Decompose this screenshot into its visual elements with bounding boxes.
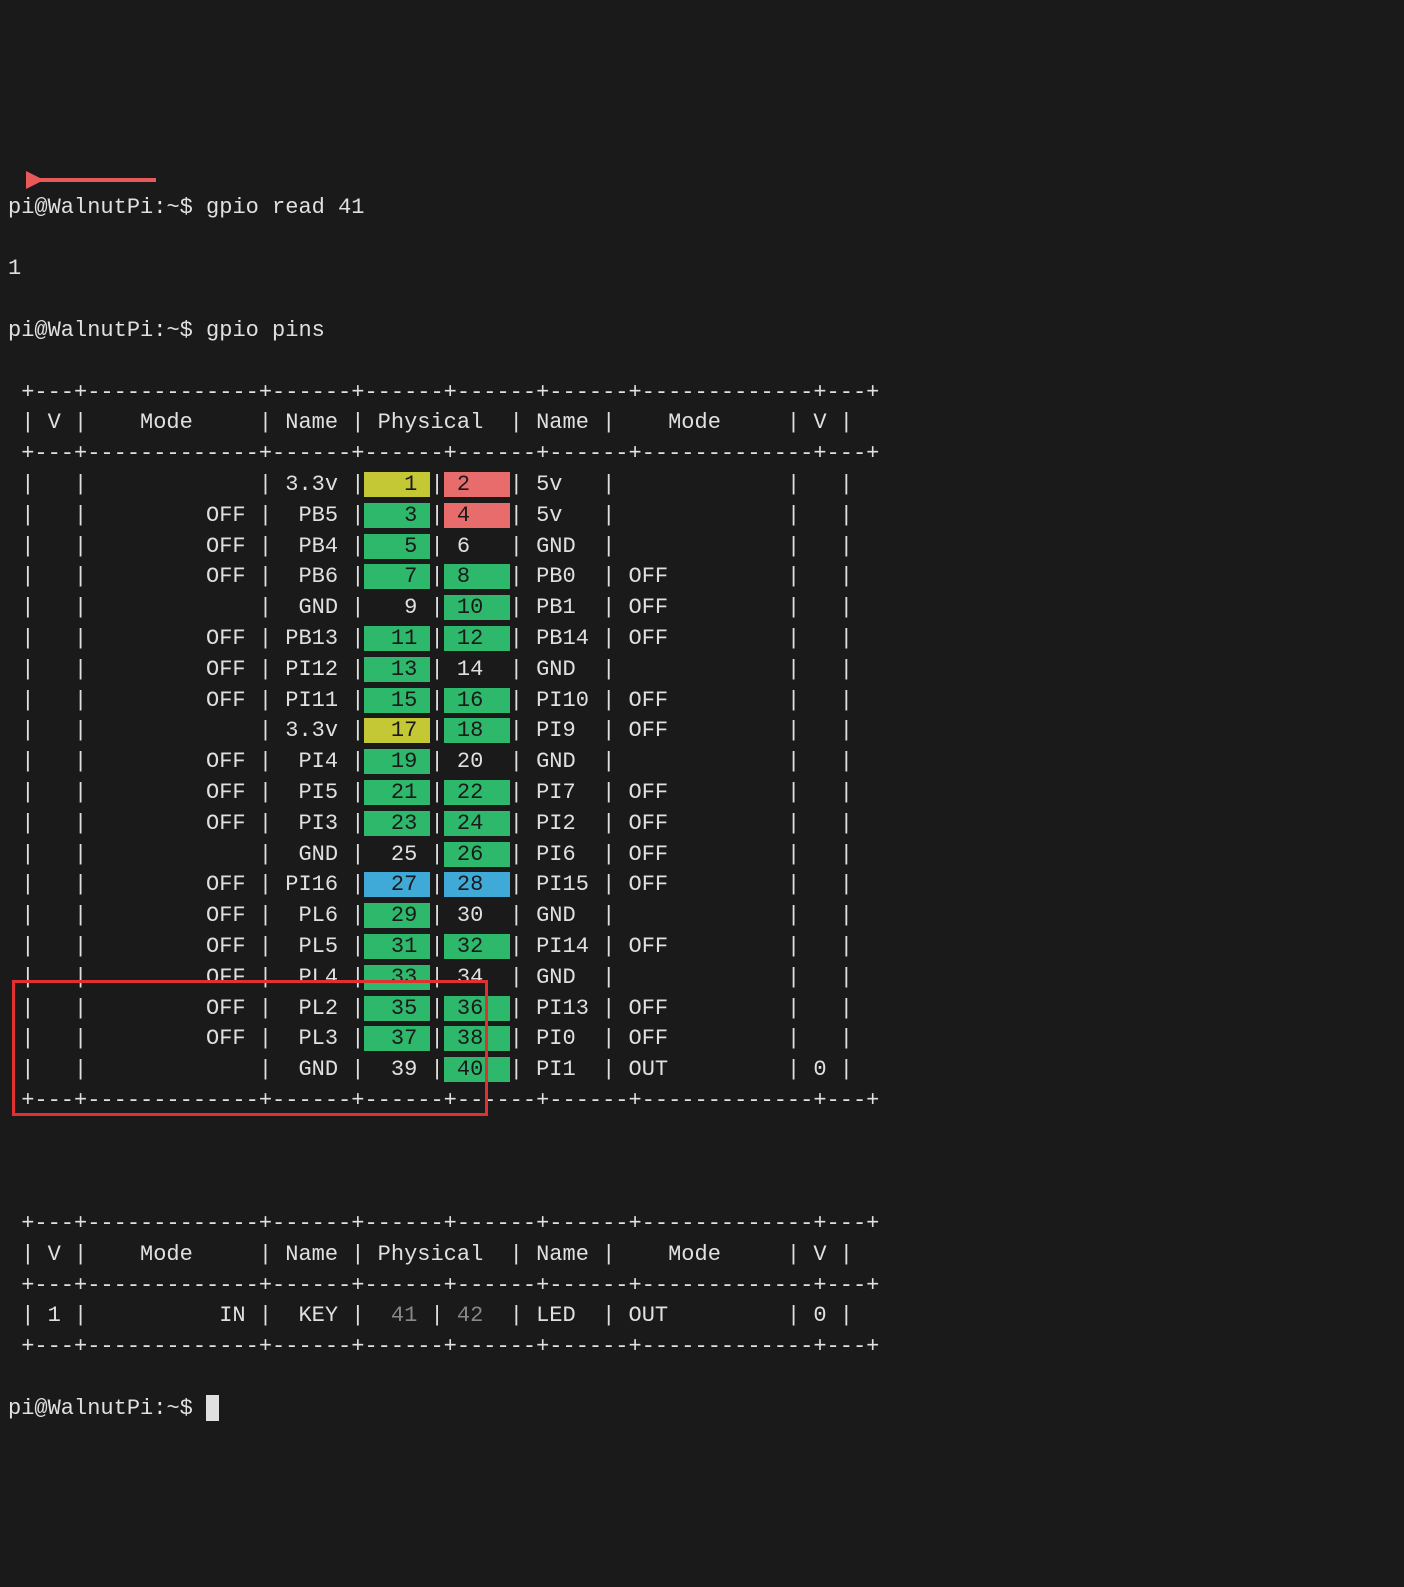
table-row: | | OFF | PI3 | 23 | 24 | PI2 | OFF | | <box>8 809 1396 840</box>
command-2: gpio pins <box>206 318 325 343</box>
table-row: | | OFF | PI12 | 13 | 14 | GND | | | <box>8 655 1396 686</box>
prompt-user: pi@WalnutPi <box>8 195 153 220</box>
output-1: 1 <box>8 254 1396 285</box>
command-1: gpio read 41 <box>206 195 364 220</box>
table-row: | | | 3.3v | 1 | 2 | 5v | | | <box>8 470 1396 501</box>
prompt-line-3: pi@WalnutPi:~$ <box>8 1394 1396 1425</box>
table-row: | | OFF | PL2 | 35 | 36 | PI13 | OFF | | <box>8 994 1396 1025</box>
table-row: | | OFF | PL3 | 37 | 38 | PI0 | OFF | | <box>8 1024 1396 1055</box>
cursor <box>206 1395 219 1421</box>
table-row: | | OFF | PL4 | 33 | 34 | GND | | | <box>8 963 1396 994</box>
table-row: | | OFF | PB5 | 3 | 4 | 5v | | | <box>8 501 1396 532</box>
prompt-line-2: pi@WalnutPi:~$ gpio pins <box>8 316 1396 347</box>
table-row: | | OFF | PI16 | 27 | 28 | PI15 | OFF | … <box>8 870 1396 901</box>
table-row: | | | GND | 9 | 10 | PB1 | OFF | | <box>8 593 1396 624</box>
table-row: | | | GND | 25 | 26 | PI6 | OFF | | <box>8 840 1396 871</box>
table-row: | | OFF | PB6 | 7 | 8 | PB0 | OFF | | <box>8 562 1396 593</box>
gpio-pins-table: +---+-------------+------+------+------+… <box>8 378 1396 1117</box>
table-row: | 1 | IN | KEY | 41 | 42 | LED | OUT | 0… <box>8 1301 1396 1332</box>
table-row: | | OFF | PL6 | 29 | 30 | GND | | | <box>8 901 1396 932</box>
table-row: | | OFF | PI11 | 15 | 16 | PI10 | OFF | … <box>8 686 1396 717</box>
table-row: | | | 3.3v | 17 | 18 | PI9 | OFF | | <box>8 716 1396 747</box>
terminal-output: pi@WalnutPi:~$ gpio read 41 1 pi@WalnutP… <box>8 100 1396 1455</box>
table-row: | | OFF | PB13 | 11 | 12 | PB14 | OFF | … <box>8 624 1396 655</box>
table-row: | | OFF | PI5 | 21 | 22 | PI7 | OFF | | <box>8 778 1396 809</box>
prompt-line-1: pi@WalnutPi:~$ gpio read 41 <box>8 193 1396 224</box>
gpio-extra-table: +---+-------------+------+------+------+… <box>8 1209 1396 1363</box>
table-row: | | OFF | PL5 | 31 | 32 | PI14 | OFF | | <box>8 932 1396 963</box>
table-row: | | OFF | PB4 | 5 | 6 | GND | | | <box>8 532 1396 563</box>
table-row: | | OFF | PI4 | 19 | 20 | GND | | | <box>8 747 1396 778</box>
table-row: | | | GND | 39 | 40 | PI1 | OUT | 0 | <box>8 1055 1396 1086</box>
